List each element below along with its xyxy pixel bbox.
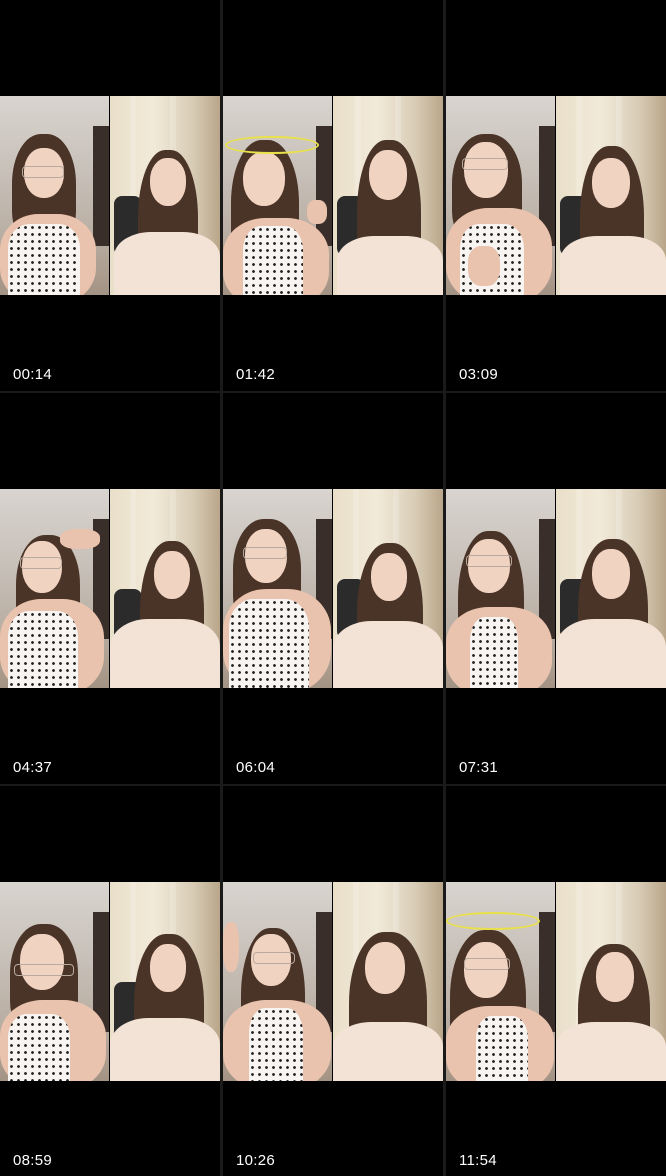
thumbnail-cell[interactable]: 06:04 xyxy=(223,393,443,784)
timestamp-label: 07:31 xyxy=(459,759,499,776)
timestamp-label: 01:42 xyxy=(236,366,276,383)
thumbnail-cell[interactable]: 04:37 xyxy=(0,393,220,784)
timestamp-label: 08:59 xyxy=(13,1152,53,1169)
right-video-pane xyxy=(110,96,220,295)
thumbnail-cell[interactable]: 10:26 xyxy=(223,786,443,1176)
video-frame-preview xyxy=(0,882,220,1081)
video-frame-preview xyxy=(446,489,666,688)
left-video-pane xyxy=(0,489,109,688)
timestamp-label: 06:04 xyxy=(236,759,276,776)
right-video-pane xyxy=(110,489,220,688)
video-frame-preview xyxy=(0,96,220,295)
video-frame-preview xyxy=(223,882,443,1081)
left-video-pane xyxy=(223,882,332,1081)
video-frame-preview xyxy=(446,96,666,295)
right-video-pane xyxy=(556,882,666,1081)
thumbnail-cell[interactable]: 01:42 xyxy=(223,0,443,391)
timestamp-label: 10:26 xyxy=(236,1152,276,1169)
video-thumbnail-grid: 00:14 01:42 03:09 04:37 06:04 07:31 08:5… xyxy=(0,0,666,1176)
halo-effect xyxy=(446,912,540,930)
timestamp-label: 00:14 xyxy=(13,366,53,383)
left-video-pane xyxy=(446,882,555,1081)
right-video-pane xyxy=(556,96,666,295)
left-video-pane xyxy=(0,96,109,295)
timestamp-label: 11:54 xyxy=(459,1152,497,1169)
left-video-pane xyxy=(223,96,332,295)
thumbnail-cell[interactable]: 08:59 xyxy=(0,786,220,1176)
timestamp-label: 04:37 xyxy=(13,759,53,776)
right-video-pane xyxy=(556,489,666,688)
right-video-pane xyxy=(333,489,443,688)
timestamp-label: 03:09 xyxy=(459,366,499,383)
video-frame-preview xyxy=(446,882,666,1081)
left-video-pane xyxy=(0,882,109,1081)
thumbnail-cell[interactable]: 03:09 xyxy=(446,0,666,391)
left-video-pane xyxy=(446,96,555,295)
left-video-pane xyxy=(223,489,332,688)
video-frame-preview xyxy=(223,96,443,295)
thumbnail-cell[interactable]: 00:14 xyxy=(0,0,220,391)
halo-effect xyxy=(225,136,319,154)
right-video-pane xyxy=(333,96,443,295)
thumbnail-cell[interactable]: 11:54 xyxy=(446,786,666,1176)
video-frame-preview xyxy=(223,489,443,688)
right-video-pane xyxy=(333,882,443,1081)
right-video-pane xyxy=(110,882,220,1081)
thumbnail-cell[interactable]: 07:31 xyxy=(446,393,666,784)
left-video-pane xyxy=(446,489,555,688)
video-frame-preview xyxy=(0,489,220,688)
